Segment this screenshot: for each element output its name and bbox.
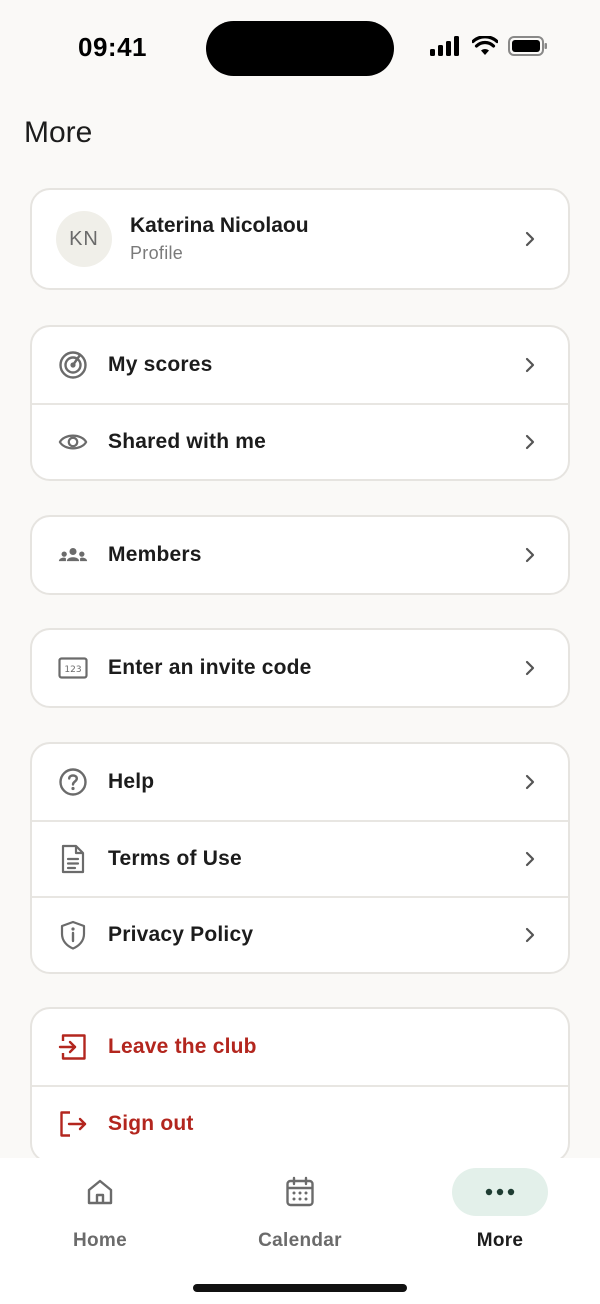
status-icons <box>430 36 548 56</box>
chevron-right-icon <box>525 547 535 563</box>
svg-text:123: 123 <box>64 665 81 675</box>
chevron-right-icon <box>525 660 535 676</box>
tab-label: Home <box>73 1230 127 1251</box>
tab-label: Calendar <box>258 1230 342 1251</box>
menu-item-label: Terms of Use <box>108 847 242 870</box>
menu-item-shared-with-me[interactable]: Shared with me <box>32 403 568 479</box>
profile-subtitle: Profile <box>130 243 184 263</box>
numeric-code-icon: 123 <box>58 653 88 683</box>
info-card: Help Terms of Use Privacy Policy <box>30 742 570 974</box>
invite-card: 123 Enter an invite code <box>30 628 570 708</box>
eye-icon <box>58 427 88 457</box>
tab-icon-wrap <box>452 1168 548 1216</box>
home-icon <box>87 1179 113 1205</box>
tab-home[interactable]: Home <box>0 1168 200 1258</box>
dynamic-island <box>206 21 394 76</box>
tab-bar: Home Calendar More <box>0 1158 600 1304</box>
calendar-icon <box>286 1176 314 1207</box>
menu-item-invite-code[interactable]: 123 Enter an invite code <box>32 630 568 706</box>
avatar: KN <box>56 211 112 267</box>
members-card: Members <box>30 515 570 595</box>
home-indicator <box>193 1284 407 1292</box>
menu-item-label: Sign out <box>108 1112 194 1135</box>
cellular-signal-icon <box>430 36 459 56</box>
chevron-right-icon <box>525 851 535 867</box>
page-title: More <box>24 116 93 149</box>
more-dots-icon <box>485 1188 515 1196</box>
menu-item-label: Help <box>108 770 155 793</box>
menu-item-label: Leave the club <box>108 1035 257 1058</box>
menu-item-label: Shared with me <box>108 430 267 453</box>
menu-item-my-scores[interactable]: My scores <box>32 327 568 403</box>
status-bar: 09:41 <box>0 0 600 96</box>
menu-item-help[interactable]: Help <box>32 744 568 820</box>
chevron-right-icon <box>525 231 535 247</box>
menu-item-label: Members <box>108 543 202 566</box>
target-icon <box>58 350 88 380</box>
profile-name: Katerina Nicolaou <box>130 214 309 237</box>
account-card: Leave the club Sign out <box>30 1007 570 1163</box>
menu-item-label: Privacy Policy <box>108 923 254 946</box>
tab-calendar[interactable]: Calendar <box>200 1168 400 1258</box>
tab-icon-wrap <box>52 1168 148 1216</box>
exit-icon <box>58 1032 88 1062</box>
shield-info-icon <box>58 920 88 950</box>
status-time: 09:41 <box>78 32 147 62</box>
chevron-right-icon <box>525 927 535 943</box>
scores-card: My scores Shared with me <box>30 325 570 481</box>
menu-item-label: Enter an invite code <box>108 656 312 679</box>
wifi-icon <box>472 36 498 55</box>
chevron-right-icon <box>525 357 535 373</box>
battery-icon <box>508 36 547 56</box>
chevron-right-icon <box>525 774 535 790</box>
tab-label: More <box>476 1230 524 1251</box>
menu-item-privacy[interactable]: Privacy Policy <box>32 896 568 972</box>
document-icon <box>58 844 88 874</box>
menu-item-members[interactable]: Members <box>32 517 568 593</box>
tab-more[interactable]: More <box>400 1168 600 1258</box>
menu-item-terms[interactable]: Terms of Use <box>32 820 568 896</box>
profile-card: KN Katerina Nicolaou Profile <box>30 188 570 290</box>
group-icon <box>58 540 88 570</box>
tab-icon-wrap <box>252 1168 348 1216</box>
chevron-right-icon <box>525 434 535 450</box>
menu-item-label: My scores <box>108 353 213 376</box>
help-circle-icon <box>58 767 88 797</box>
menu-item-leave-club[interactable]: Leave the club <box>32 1009 568 1085</box>
menu-item-sign-out[interactable]: Sign out <box>32 1085 568 1161</box>
logout-icon <box>58 1109 88 1139</box>
profile-row[interactable]: KN Katerina Nicolaou Profile <box>32 190 568 288</box>
